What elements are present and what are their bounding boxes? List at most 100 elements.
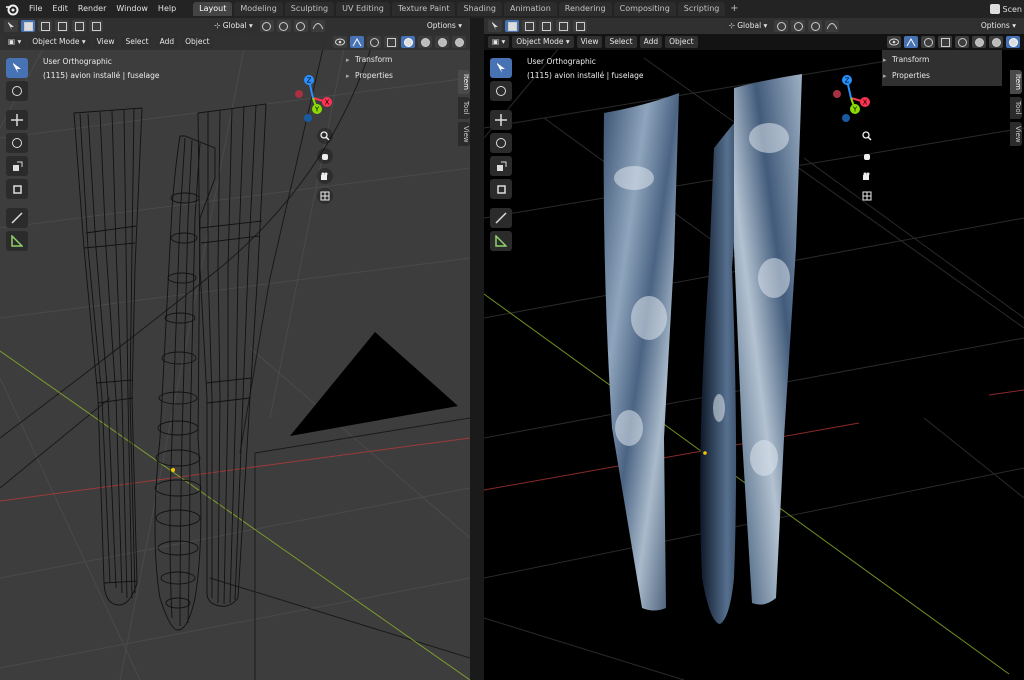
menu-render[interactable]: Render (73, 0, 111, 18)
menu-edit[interactable]: Edit (47, 0, 73, 18)
tab-modeling[interactable]: Modeling (234, 2, 283, 16)
visibility-icon[interactable] (333, 36, 347, 48)
scale-tool[interactable] (6, 156, 28, 176)
shading-wireframe-icon[interactable] (955, 36, 969, 48)
grid-projection-icon[interactable] (317, 188, 333, 204)
editor-type-icon[interactable]: ▣ ▾ (4, 36, 26, 48)
select-invert-icon[interactable] (72, 20, 86, 32)
zoom-icon[interactable] (317, 128, 333, 144)
tab-uv-editing[interactable]: UV Editing (336, 2, 390, 16)
tab-view[interactable]: View (458, 121, 470, 147)
select-box-mode-icon[interactable] (21, 20, 35, 32)
transform-tool[interactable] (6, 179, 28, 199)
shading-solid-icon[interactable] (418, 36, 432, 48)
proportional-edit-icon[interactable] (293, 20, 308, 32)
gizmo-toggle-icon[interactable] (350, 36, 364, 48)
tab-compositing[interactable]: Compositing (613, 2, 676, 16)
select-extend-icon[interactable] (522, 20, 536, 32)
transform-panel[interactable]: Transform (345, 52, 465, 68)
tab-scripting[interactable]: Scripting (677, 2, 726, 16)
add-workspace-button[interactable]: + (727, 2, 741, 16)
xray-toggle-icon[interactable] (384, 36, 398, 48)
scene-selector[interactable]: Scen (989, 2, 1024, 16)
menu-file[interactable]: File (24, 0, 47, 18)
tab-sculpting[interactable]: Sculpting (284, 2, 335, 16)
shading-solid-icon[interactable] (972, 36, 986, 48)
select-intersect-icon[interactable] (89, 20, 103, 32)
select-menu[interactable]: Select (605, 36, 637, 48)
pan-hand-icon[interactable] (859, 148, 875, 164)
viewport-rendered[interactable]: ⊹ Global ▾ Options ▾ ▣ ▾ Object Mode ▾ V… (484, 18, 1024, 680)
camera-icon[interactable] (317, 168, 333, 184)
snap-icon[interactable] (791, 20, 806, 32)
select-menu[interactable]: Select (121, 36, 153, 48)
area-divider[interactable] (470, 18, 484, 680)
tab-layout[interactable]: Layout (193, 2, 233, 16)
measure-tool[interactable] (6, 231, 28, 251)
select-box-tool[interactable] (490, 58, 512, 78)
object-menu[interactable]: Object (665, 36, 698, 48)
select-box-mode-icon[interactable] (505, 20, 519, 32)
annotate-tool[interactable] (490, 208, 512, 228)
transform-orientation-dropdown[interactable]: ⊹ Global ▾ (210, 20, 257, 32)
navigation-gizmo-right[interactable]: X Y Z (826, 73, 876, 123)
menu-window[interactable]: Window (111, 0, 153, 18)
overlay-toggle-icon[interactable] (921, 36, 935, 48)
gizmo-toggle-icon[interactable] (904, 36, 918, 48)
viewport-wireframe[interactable]: ⊹ Global ▾ Options ▾ ▣ ▾ Object Mode ▾ V… (0, 18, 470, 680)
shading-rendered-icon[interactable] (452, 36, 466, 48)
measure-tool[interactable] (490, 231, 512, 251)
move-tool[interactable] (490, 110, 512, 130)
move-tool[interactable] (6, 110, 28, 130)
navigation-gizmo[interactable]: X Y Z (288, 73, 338, 123)
tab-animation[interactable]: Animation (503, 2, 557, 16)
select-extend-icon[interactable] (38, 20, 52, 32)
cursor-tool[interactable] (6, 81, 28, 101)
add-menu[interactable]: Add (155, 36, 179, 48)
rotate-tool[interactable] (490, 133, 512, 153)
add-menu[interactable]: Add (639, 36, 663, 48)
scale-tool[interactable] (490, 156, 512, 176)
cursor-tool[interactable] (490, 81, 512, 101)
select-intersect-icon[interactable] (573, 20, 587, 32)
proportional-edit-icon[interactable] (808, 20, 823, 32)
falloff-icon[interactable] (310, 20, 325, 32)
transform-tool[interactable] (490, 179, 512, 199)
menu-help[interactable]: Help (153, 0, 181, 18)
shading-material-icon[interactable] (989, 36, 1003, 48)
pivot-point-icon[interactable] (259, 20, 274, 32)
tab-shading[interactable]: Shading (457, 2, 502, 16)
tab-rendering[interactable]: Rendering (558, 2, 612, 16)
view-menu[interactable]: View (92, 36, 119, 48)
view-menu[interactable]: View (576, 36, 603, 48)
rotate-tool[interactable] (6, 133, 28, 153)
annotate-tool[interactable] (6, 208, 28, 228)
transform-orientation-dropdown[interactable]: ⊹ Global ▾ (724, 20, 772, 32)
select-subtract-icon[interactable] (55, 20, 69, 32)
shading-wireframe-icon[interactable] (401, 36, 415, 48)
tab-tool[interactable]: Tool (458, 96, 470, 119)
tab-texture-paint[interactable]: Texture Paint (391, 2, 456, 16)
blender-logo-icon[interactable] (4, 1, 20, 17)
overlay-toggle-icon[interactable] (367, 36, 381, 48)
select-tool-icon[interactable] (4, 20, 18, 32)
zoom-icon[interactable] (859, 128, 875, 144)
editor-type-icon[interactable]: ▣ ▾ (488, 36, 510, 48)
options-dropdown[interactable]: Options ▾ (976, 20, 1020, 32)
tab-view[interactable]: View (1010, 121, 1022, 147)
object-menu[interactable]: Object (181, 36, 214, 48)
visibility-icon[interactable] (887, 36, 901, 48)
tab-item[interactable]: Item (458, 70, 470, 94)
select-subtract-icon[interactable] (539, 20, 553, 32)
xray-toggle-icon[interactable] (938, 36, 952, 48)
mode-dropdown[interactable]: Object Mode ▾ (512, 36, 574, 48)
pivot-point-icon[interactable] (774, 20, 789, 32)
snap-icon[interactable] (276, 20, 291, 32)
grid-projection-icon[interactable] (859, 188, 875, 204)
shading-rendered-icon[interactable] (1006, 36, 1020, 48)
properties-panel[interactable]: Properties (882, 68, 1002, 84)
falloff-icon[interactable] (825, 20, 840, 32)
camera-icon[interactable] (859, 168, 875, 184)
select-invert-icon[interactable] (556, 20, 570, 32)
tab-tool[interactable]: Tool (1010, 96, 1022, 119)
